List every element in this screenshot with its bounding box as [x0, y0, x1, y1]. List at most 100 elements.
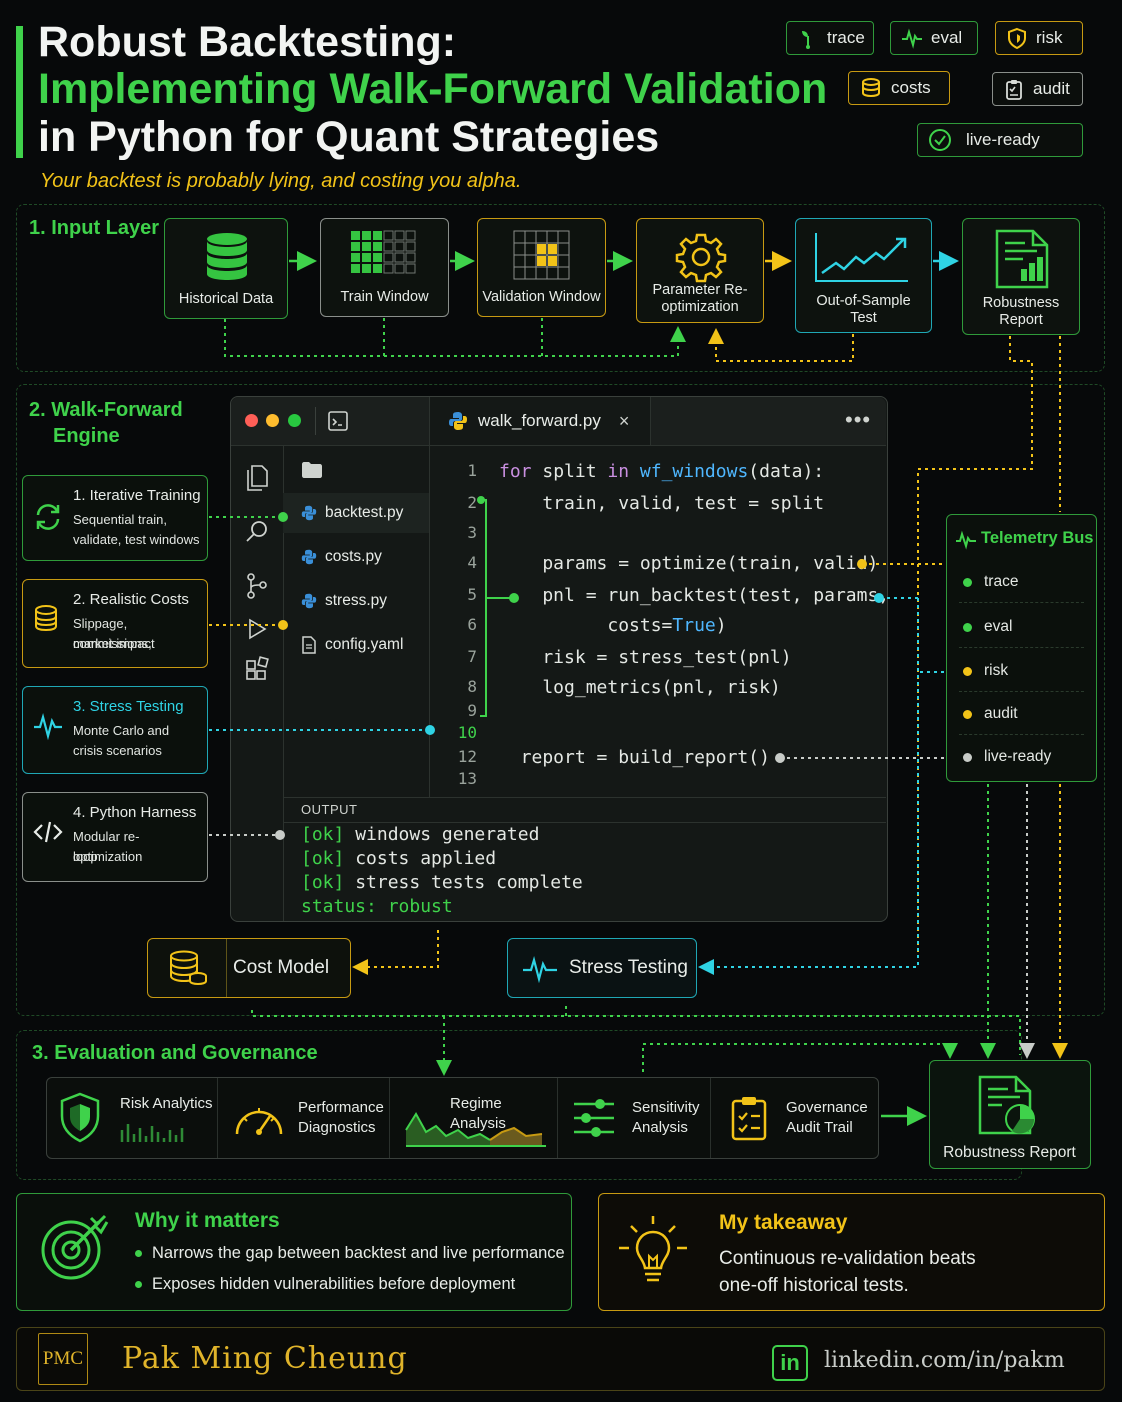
output-lines: [ok] windows generated [ok] costs applied…	[301, 823, 583, 919]
sprout-icon	[802, 31, 810, 49]
shield-icon	[60, 1092, 100, 1143]
line-number: 3	[467, 523, 477, 542]
takeaway-line1: Continuous re-validation beats	[719, 1248, 976, 1269]
code-text: report = build_report()	[499, 747, 770, 768]
final-robustness-report[interactable]: Robustness Report	[929, 1060, 1091, 1169]
file-name: stress.py	[325, 592, 388, 609]
linkedin-icon[interactable]: in	[772, 1345, 808, 1381]
close-tab-icon[interactable]: ×	[619, 411, 630, 432]
linkedin-link[interactable]: linkedin.com/in/pakm	[824, 1348, 1065, 1373]
line-chart-icon	[815, 233, 908, 282]
tag-costs[interactable]: costs	[848, 71, 950, 105]
telemetry-item[interactable]: live-ready	[963, 737, 1093, 777]
tag-risk[interactable]: risk	[995, 21, 1083, 55]
tag-audit[interactable]: audit	[992, 72, 1083, 106]
telemetry-item[interactable]: audit	[963, 694, 1093, 734]
refresh-icon	[36, 504, 60, 530]
code-line: 9	[429, 701, 879, 723]
engine-heading-line2: Engine	[53, 425, 120, 447]
flow-step-train-window[interactable]: Train Window	[320, 218, 449, 317]
code-area[interactable]: 1 for split in wf_windows(data): 2 train, …	[429, 445, 889, 797]
file-item-stress[interactable]: stress.py	[283, 581, 429, 621]
window-maximize-button[interactable]	[288, 414, 301, 427]
engine-card-title: 2. Realistic Costs	[73, 591, 189, 608]
gauge-icon	[235, 1108, 283, 1135]
tab-walk-forward[interactable]: walk_forward.py ×	[429, 397, 651, 445]
engine-card-iterative-training[interactable]: 1. Iterative Training Sequential train, …	[22, 475, 208, 561]
engine-card-title: 3. Stress Testing	[73, 698, 184, 715]
status-dot	[963, 622, 972, 632]
files-icon[interactable]	[245, 465, 269, 491]
flow-step-historical-data[interactable]: Historical Data	[164, 218, 288, 319]
source-control-icon[interactable]	[245, 573, 269, 599]
code-line: 13	[429, 769, 879, 791]
flow-step-robustness-report[interactable]: Robustness Report	[962, 218, 1080, 335]
checklist-icon	[731, 1097, 767, 1141]
code-line: 12 report = build_report()	[429, 747, 879, 769]
tag-trace[interactable]: trace	[786, 21, 874, 55]
sliders-icon	[574, 1099, 614, 1137]
linkedin-badge-text: in	[780, 1350, 800, 1375]
eval-item-sensitivity-analysis[interactable]: Sensitivity Analysis	[572, 1078, 709, 1158]
eval-item-performance-diagnostics[interactable]: Performance Diagnostics	[232, 1078, 388, 1158]
pmc-logo: PMC	[38, 1333, 88, 1385]
eval-item-risk-analytics[interactable]: Risk Analytics	[58, 1078, 216, 1158]
tag-trace-label: trace	[827, 28, 865, 47]
eval-item-label: Sensitivity	[632, 1099, 700, 1116]
eval-item-governance-audit[interactable]: Governance Audit Trail	[730, 1078, 878, 1158]
telemetry-item[interactable]: trace	[963, 562, 1093, 602]
file-item-backtest[interactable]: backtest.py	[283, 493, 429, 533]
extensions-icon[interactable]	[245, 656, 269, 681]
telemetry-label: risk	[984, 662, 1009, 679]
line-number: 8	[467, 677, 477, 696]
status-dot	[963, 752, 972, 762]
eval-item-regime-analysis[interactable]: Regime Analysis	[400, 1078, 556, 1158]
file-item-config[interactable]: config.yaml	[283, 625, 429, 665]
coins-icon	[170, 950, 207, 986]
flow-step-out-of-sample-test[interactable]: Out-of-Sample Test	[795, 218, 932, 333]
telemetry-item[interactable]: risk	[963, 651, 1093, 691]
engine-card-desc-line1: Monte Carlo and	[73, 723, 170, 738]
engine-card-realistic-costs[interactable]: 2. Realistic Costs Slippage, commissions…	[22, 579, 208, 668]
python-icon	[301, 549, 317, 565]
pulse-icon	[956, 530, 976, 550]
target-icon	[41, 1214, 109, 1280]
pulse-icon	[902, 28, 922, 49]
more-options-icon[interactable]: •••	[845, 407, 871, 433]
window-close-button[interactable]	[245, 414, 258, 427]
file-name: backtest.py	[325, 504, 404, 521]
file-item-costs[interactable]: costs.py	[283, 537, 429, 577]
cost-model-module[interactable]: Cost Model	[147, 938, 351, 998]
final-report-label: Robustness Report	[943, 1144, 1076, 1161]
page-title-line3: in Python for Quant Strategies	[38, 113, 660, 161]
code-line: 10	[429, 723, 879, 745]
code-text: costs=True)	[499, 615, 727, 636]
folder-icon[interactable]	[301, 461, 323, 479]
flow-step-parameter-reoptimization[interactable]: Parameter Re-optimization	[636, 218, 764, 323]
search-icon[interactable]	[245, 519, 269, 543]
tag-risk-label: risk	[1036, 28, 1063, 47]
terminal-icon[interactable]	[328, 411, 348, 431]
stress-testing-label: Stress Testing	[569, 957, 688, 978]
window-minimize-button[interactable]	[266, 414, 279, 427]
tag-live-ready[interactable]: live-ready	[917, 123, 1083, 157]
pulse-icon	[34, 712, 62, 741]
flow-step-validation-window[interactable]: Validation Window	[477, 218, 606, 317]
engine-card-python-harness[interactable]: 4. Python Harness Modular re-optimizatio…	[22, 792, 208, 882]
python-icon	[449, 412, 467, 430]
tag-eval[interactable]: eval	[890, 21, 978, 55]
bullet-dot	[135, 1250, 142, 1257]
line-number: 10	[457, 723, 477, 742]
evaluation-heading: 3. Evaluation and Governance	[32, 1042, 318, 1064]
line-number: 4	[467, 553, 477, 572]
engine-card-stress-testing[interactable]: 3. Stress Testing Monte Carlo and crisis…	[22, 686, 208, 774]
code-text: train, valid, test = split	[499, 493, 825, 514]
stress-testing-module[interactable]: Stress Testing	[507, 938, 697, 998]
code-editor-window[interactable]: walk_forward.py × ••• backtest.py costs.…	[230, 396, 889, 922]
output-text: windows generated	[344, 824, 540, 845]
telemetry-item[interactable]: eval	[963, 607, 1093, 647]
output-line: [ok] stress tests complete	[301, 871, 583, 895]
telemetry-label: live-ready	[984, 748, 1052, 765]
grid-icon	[351, 230, 416, 274]
run-debug-icon[interactable]	[245, 617, 269, 641]
